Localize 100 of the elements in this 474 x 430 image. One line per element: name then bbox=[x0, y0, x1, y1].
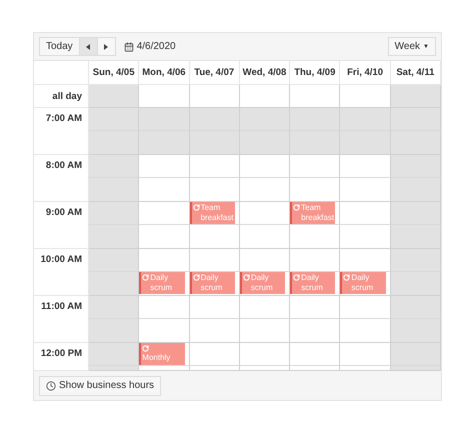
time-slot[interactable] bbox=[190, 296, 240, 319]
time-slot[interactable] bbox=[240, 202, 290, 225]
recurring-icon bbox=[293, 204, 300, 211]
time-slot[interactable] bbox=[139, 225, 190, 249]
time-slot[interactable] bbox=[290, 319, 340, 343]
time-slot[interactable] bbox=[89, 272, 140, 296]
time-slot[interactable] bbox=[89, 366, 140, 371]
time-slot[interactable] bbox=[190, 343, 240, 366]
time-slot[interactable] bbox=[139, 155, 190, 178]
show-business-hours-button[interactable]: Show business hours bbox=[39, 376, 162, 396]
time-slot[interactable] bbox=[390, 249, 441, 272]
time-slot[interactable] bbox=[240, 366, 290, 371]
calendar-event[interactable]: Daily scrum bbox=[290, 272, 336, 294]
time-slot[interactable] bbox=[240, 319, 290, 343]
time-slot[interactable] bbox=[190, 108, 240, 131]
time-slot[interactable] bbox=[190, 319, 240, 343]
time-slot[interactable] bbox=[340, 108, 391, 131]
all-day-slot[interactable] bbox=[89, 85, 140, 108]
time-slot[interactable] bbox=[190, 131, 240, 155]
time-slot[interactable] bbox=[89, 296, 140, 319]
time-slot[interactable] bbox=[340, 296, 391, 319]
time-slot[interactable] bbox=[139, 131, 190, 155]
time-slot[interactable] bbox=[390, 155, 441, 178]
time-slot[interactable] bbox=[290, 343, 340, 366]
time-slot[interactable] bbox=[240, 131, 290, 155]
time-slot[interactable] bbox=[139, 108, 190, 131]
time-slot[interactable] bbox=[89, 155, 140, 178]
date-picker[interactable]: 4/6/2020 bbox=[124, 41, 176, 52]
time-slot[interactable] bbox=[190, 178, 240, 202]
time-slot[interactable]: Daily scrum bbox=[290, 272, 340, 296]
time-slot[interactable] bbox=[89, 319, 140, 343]
calendar-event[interactable]: Daily scrum bbox=[190, 272, 235, 294]
time-slot[interactable] bbox=[89, 202, 140, 225]
time-slot[interactable] bbox=[139, 319, 190, 343]
time-slot[interactable]: Daily scrum bbox=[139, 272, 190, 296]
time-slot[interactable] bbox=[290, 225, 340, 249]
time-slot[interactable] bbox=[340, 225, 391, 249]
time-slot[interactable] bbox=[89, 225, 140, 249]
time-slot[interactable] bbox=[139, 366, 190, 371]
time-slot[interactable] bbox=[290, 108, 340, 131]
time-slot[interactable] bbox=[390, 131, 441, 155]
time-slot[interactable] bbox=[89, 131, 140, 155]
time-slot[interactable] bbox=[340, 249, 391, 272]
calendar-event[interactable]: Daily scrum bbox=[340, 272, 386, 294]
time-slot[interactable] bbox=[390, 296, 441, 319]
time-slot[interactable] bbox=[390, 366, 441, 371]
time-slot[interactable] bbox=[340, 343, 391, 366]
time-slot[interactable] bbox=[390, 343, 441, 366]
time-slot[interactable] bbox=[340, 366, 391, 371]
time-slot[interactable] bbox=[139, 202, 190, 225]
all-day-slot[interactable] bbox=[290, 85, 340, 108]
time-slot[interactable] bbox=[340, 202, 391, 225]
time-slot[interactable] bbox=[89, 178, 140, 202]
time-slot[interactable] bbox=[240, 225, 290, 249]
time-slot[interactable]: Daily scrum bbox=[240, 272, 290, 296]
time-slot[interactable] bbox=[290, 249, 340, 272]
time-slot[interactable] bbox=[89, 249, 140, 272]
time-slot[interactable] bbox=[240, 155, 290, 178]
time-slot[interactable] bbox=[340, 131, 391, 155]
all-day-slot[interactable] bbox=[190, 85, 240, 108]
time-slot[interactable] bbox=[190, 366, 240, 371]
all-day-slot[interactable] bbox=[139, 85, 190, 108]
time-slot[interactable] bbox=[290, 178, 340, 202]
time-slot[interactable] bbox=[240, 296, 290, 319]
time-slot[interactable] bbox=[290, 131, 340, 155]
time-slot[interactable] bbox=[390, 225, 441, 249]
time-slot[interactable]: Daily scrum bbox=[340, 272, 391, 296]
time-slot[interactable] bbox=[390, 272, 441, 296]
time-slot[interactable] bbox=[340, 178, 391, 202]
time-slot[interactable] bbox=[240, 108, 290, 131]
time-slot[interactable] bbox=[290, 296, 340, 319]
time-slot[interactable]: Daily scrum bbox=[190, 272, 240, 296]
time-slot[interactable] bbox=[340, 155, 391, 178]
next-button[interactable] bbox=[98, 37, 116, 56]
time-slot[interactable] bbox=[240, 343, 290, 366]
all-day-slot[interactable] bbox=[390, 85, 441, 108]
time-slot[interactable] bbox=[139, 178, 190, 202]
time-slot[interactable] bbox=[240, 178, 290, 202]
time-slot[interactable] bbox=[89, 108, 140, 131]
time-slot[interactable] bbox=[190, 249, 240, 272]
all-day-slot[interactable] bbox=[340, 85, 391, 108]
time-slot[interactable] bbox=[190, 155, 240, 178]
today-button[interactable]: Today bbox=[39, 37, 80, 56]
calendar-event[interactable]: Daily scrum bbox=[139, 272, 185, 294]
time-slot[interactable] bbox=[89, 343, 140, 366]
time-slot[interactable] bbox=[190, 225, 240, 249]
event-title: Team breakfast bbox=[301, 203, 334, 222]
all-day-slot[interactable] bbox=[240, 85, 290, 108]
time-slot[interactable] bbox=[139, 296, 190, 319]
previous-button[interactable] bbox=[80, 37, 98, 56]
time-slot[interactable] bbox=[390, 319, 441, 343]
time-slot[interactable] bbox=[139, 249, 190, 272]
time-slot[interactable] bbox=[340, 319, 391, 343]
time-slot[interactable] bbox=[390, 178, 441, 202]
time-slot[interactable] bbox=[240, 249, 290, 272]
time-slot[interactable] bbox=[290, 366, 340, 371]
time-slot[interactable] bbox=[390, 108, 441, 131]
time-slot[interactable] bbox=[390, 202, 441, 225]
time-slot[interactable] bbox=[290, 155, 340, 178]
calendar-event[interactable]: Daily scrum bbox=[240, 272, 286, 294]
